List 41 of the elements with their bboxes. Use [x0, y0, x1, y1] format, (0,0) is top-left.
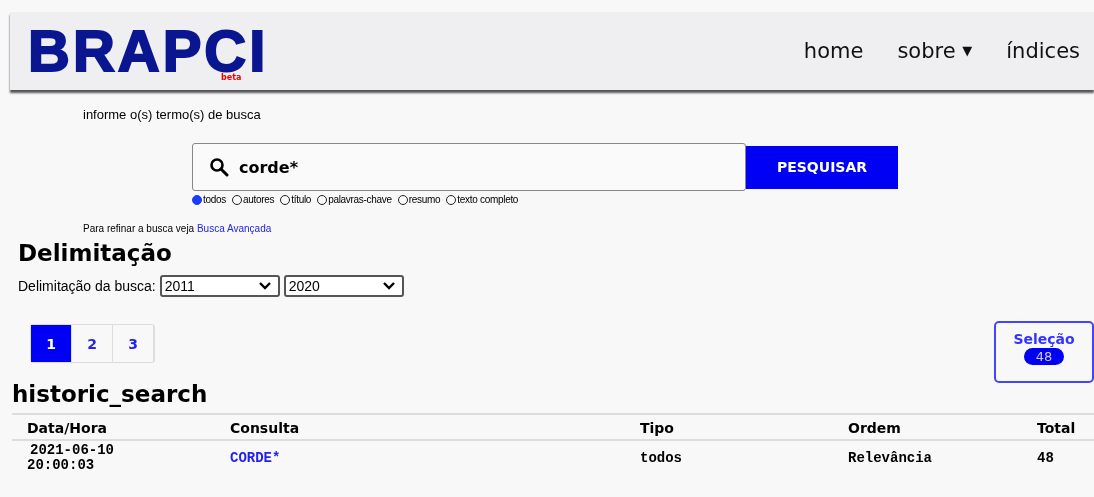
section-heading: historic_search	[12, 381, 209, 407]
search-button[interactable]: PESQUISAR	[746, 145, 898, 189]
column-header: Tipo	[625, 414, 833, 440]
query-link[interactable]: CORDE*	[230, 450, 281, 466]
beta-label: beta	[221, 73, 242, 82]
table-cell: todos	[640, 450, 682, 466]
search-field[interactable]: corde*	[192, 143, 746, 191]
column-header: Data/Hora	[12, 414, 215, 440]
scope-radio[interactable]: autores	[231, 194, 275, 205]
scope-radio[interactable]: texto completo	[446, 194, 519, 205]
column-header: Consulta	[215, 414, 625, 440]
selection-panel[interactable]: Seleção 48	[994, 321, 1094, 383]
chevron-icon	[382, 282, 395, 290]
scope-radio[interactable]: palavras-chave	[317, 194, 392, 205]
search-icon	[209, 157, 229, 177]
advanced-search-link[interactable]: Busca Avançada	[196, 223, 272, 234]
column-header: Ordem	[833, 414, 1035, 440]
logo-text[interactable]: BRAPCI	[28, 30, 269, 72]
nav-dropdown[interactable]: sobre $^{▼}$	[897, 39, 973, 63]
selection-label: Seleção	[1013, 331, 1075, 347]
page-link[interactable]: 1	[31, 325, 72, 362]
table-cell: Relevância	[848, 450, 932, 466]
date-cell-text: 2021-06-10	[29, 443, 115, 458]
refine-text: Para refinar a busca veja Busca Avançada	[83, 223, 273, 234]
year-select[interactable]: 2020	[283, 275, 404, 297]
table-cell: 48	[1037, 450, 1054, 466]
year-select[interactable]: 2011	[159, 275, 280, 297]
page-link[interactable]: 2	[72, 325, 113, 362]
scope-radio[interactable]: resumo	[397, 194, 441, 205]
selection-count-badge: 48	[1023, 348, 1065, 365]
search-prompt: informe o(s) termo(s) de busca	[83, 107, 262, 123]
page-link[interactable]: 3	[113, 325, 154, 362]
time-cell-text: 20:00:03	[27, 458, 96, 473]
section-heading: Delimitação	[18, 240, 173, 266]
scope-radio[interactable]: título	[280, 194, 312, 205]
range-label: Delimitação da busca:	[18, 278, 156, 294]
nav-link[interactable]: home	[803, 39, 864, 63]
nav-link[interactable]: índices	[1006, 39, 1080, 63]
column-header: Total	[1035, 414, 1094, 440]
chevron-icon	[258, 282, 271, 290]
scope-radio[interactable]: todos	[192, 194, 226, 205]
